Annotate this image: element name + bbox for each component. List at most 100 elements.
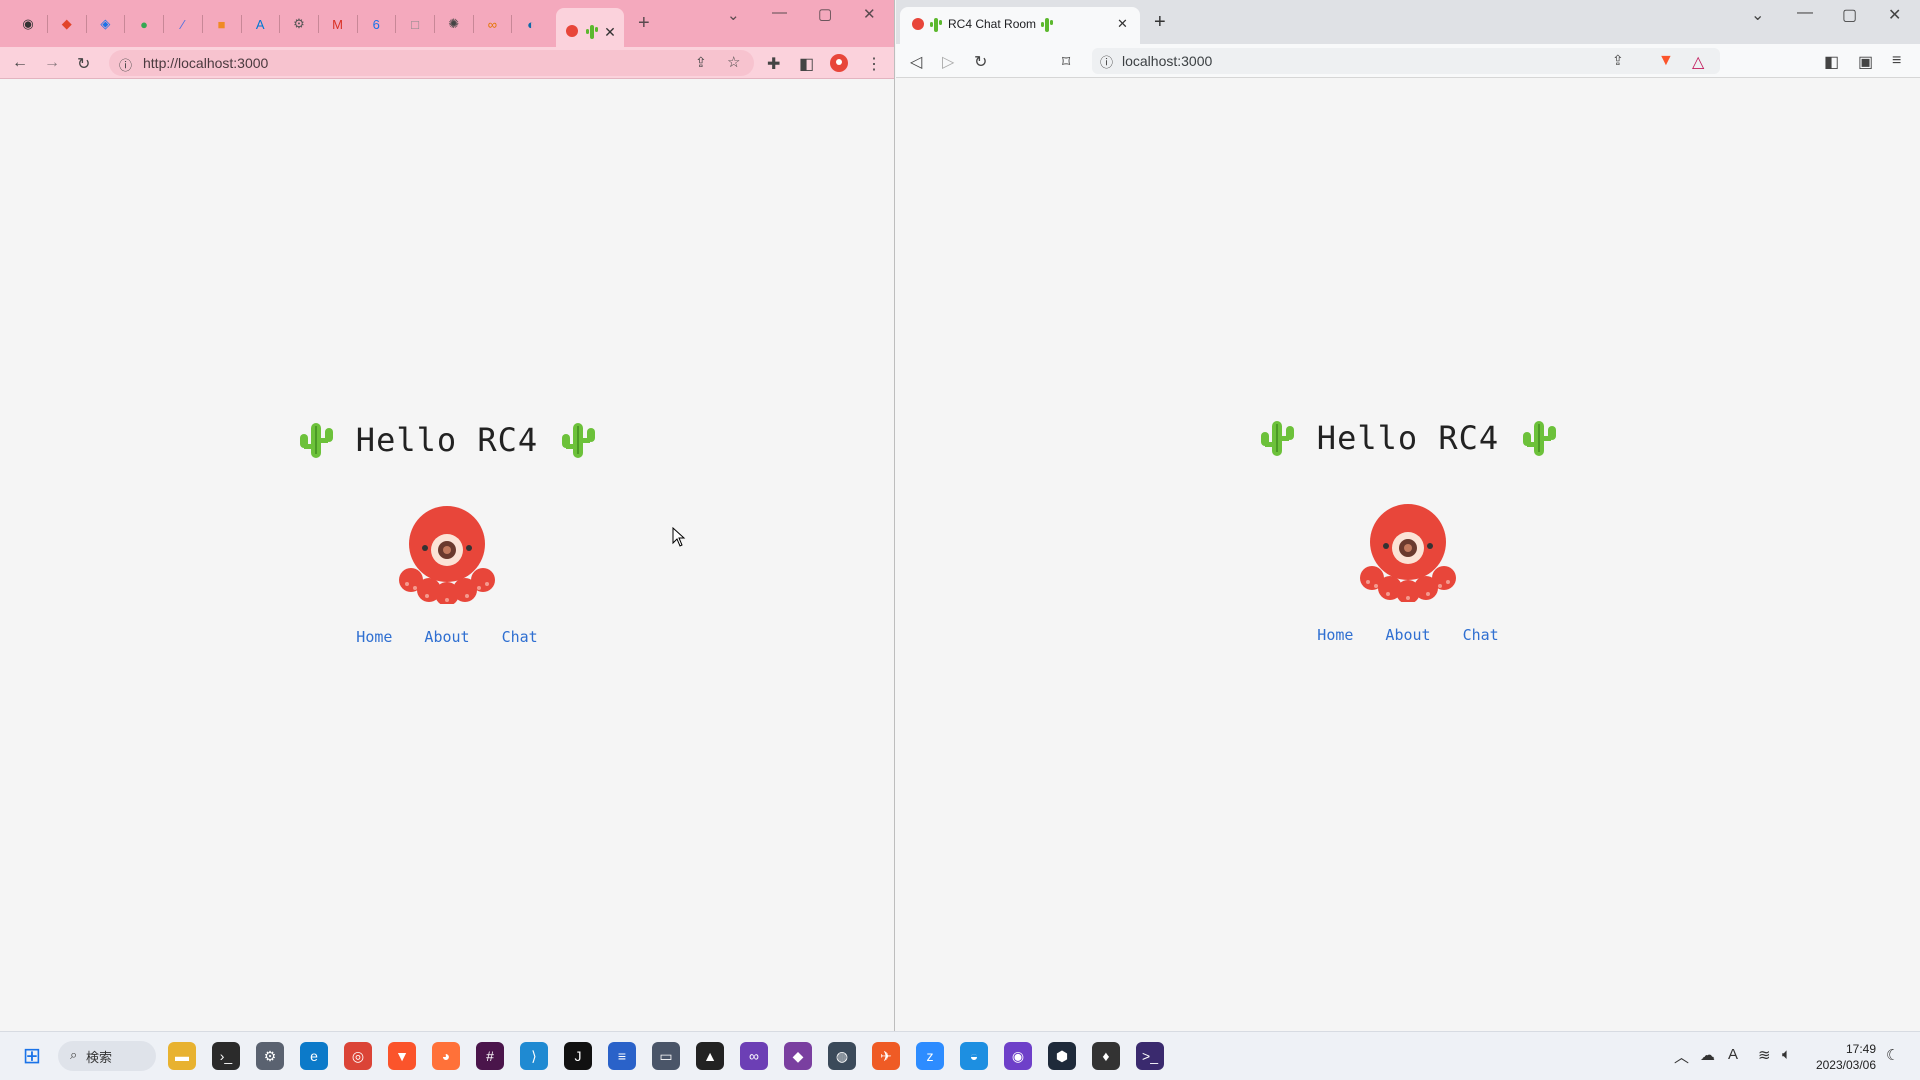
close-tab-icon[interactable]: ✕ — [600, 22, 620, 42]
inkscape-icon[interactable]: ▲ — [696, 1042, 724, 1070]
nav-link-home[interactable]: Home — [1317, 626, 1353, 644]
tab-search-icon[interactable]: ⌄ — [727, 6, 740, 24]
onedrive-icon[interactable]: ☁ — [1700, 1046, 1715, 1064]
chrome-icon[interactable]: ◎ — [344, 1042, 372, 1070]
back-icon[interactable]: ◁ — [910, 52, 922, 72]
azure-icon[interactable]: A — [250, 14, 270, 34]
github-icon[interactable]: ◉ — [18, 14, 38, 34]
extensions-icon[interactable]: ✚ — [767, 54, 780, 74]
reload-icon[interactable]: ↻ — [974, 52, 987, 72]
brave-rewards-icon[interactable]: △ — [1692, 52, 1704, 72]
forward-icon[interactable]: ▷ — [942, 52, 954, 72]
blender-icon[interactable]: ◍ — [828, 1042, 856, 1070]
bookmark-icon[interactable]: ⌑ — [1062, 52, 1070, 72]
brave-icon[interactable]: ▼ — [388, 1042, 416, 1070]
tab-separator — [279, 15, 281, 33]
brave-shields-icon[interactable]: ▼ — [1658, 52, 1674, 70]
nav-link-about[interactable]: About — [424, 628, 469, 646]
tray-overflow-icon[interactable]: ︿ — [1674, 1046, 1689, 1067]
slack-icon[interactable]: # — [476, 1042, 504, 1070]
menu-icon[interactable]: ⋮ — [866, 54, 882, 74]
postman-icon[interactable]: ✈ — [872, 1042, 900, 1070]
docker-icon[interactable]: ◒ — [960, 1042, 988, 1070]
left-browser-window: ◉ ◆ ◈ ● ∕ ■ A ⚙ M 6 □ ✺ ∞ ◐ ✕ + ⌄ — ▢ ✕ ← → ↻ ⓘ http — [0, 0, 895, 1031]
notifications-icon[interactable]: ☾ — [1886, 1046, 1899, 1064]
bookmark-star-icon[interactable]: ☆ — [727, 53, 740, 71]
file-explorer-icon[interactable]: ▬ — [168, 1042, 196, 1070]
maximize-icon[interactable]: ▢ — [818, 5, 832, 23]
tab-search-icon[interactable]: ⌄ — [1751, 5, 1764, 25]
maximize-icon[interactable]: ▢ — [1842, 5, 1857, 25]
openai-icon[interactable]: ✺ — [444, 14, 464, 34]
forward-icon[interactable]: → — [44, 54, 60, 72]
left-url-text: http://localhost:3000 — [143, 55, 269, 71]
sidebar-icon[interactable]: ◧ — [1824, 52, 1839, 72]
app-icon-slash[interactable]: ∕ — [173, 14, 193, 34]
close-tab-icon[interactable]: ✕ — [1117, 16, 1128, 32]
info-icon[interactable]: ⓘ — [119, 55, 132, 74]
profile-avatar[interactable] — [829, 53, 849, 73]
gitlab-icon[interactable]: ◆ — [57, 14, 77, 34]
side-panel-icon[interactable]: ◧ — [799, 54, 814, 74]
info-icon[interactable]: ⓘ — [1100, 52, 1113, 71]
close-window-icon[interactable]: ✕ — [863, 5, 876, 23]
remote-desktop-icon[interactable]: ▭ — [652, 1042, 680, 1070]
close-window-icon[interactable]: ✕ — [1888, 5, 1901, 25]
right-address-bar[interactable]: ⓘ localhost:3000 ⇪ — [1092, 48, 1720, 74]
mongodb-icon[interactable]: ♦ — [1092, 1042, 1120, 1070]
new-tab-icon[interactable]: + — [638, 12, 650, 35]
back-icon[interactable]: ← — [12, 54, 28, 72]
minimize-icon[interactable]: — — [1797, 4, 1813, 22]
minimize-icon[interactable]: — — [772, 4, 787, 21]
tab-title: RC4 Chat Room — [948, 17, 1037, 31]
app-icon-blue[interactable]: ◈ — [95, 14, 115, 34]
app-purple-icon[interactable]: ◆ — [784, 1042, 812, 1070]
gmail-icon[interactable]: M — [328, 14, 348, 34]
firefox-icon[interactable]: ◕ — [432, 1042, 460, 1070]
volume-icon[interactable]: 🔈︎ — [1782, 1046, 1791, 1063]
page-heading: Hello RC4 — [1259, 418, 1557, 458]
cactus-icon — [1260, 421, 1294, 456]
nav-link-chat[interactable]: Chat — [1463, 626, 1499, 644]
share-icon[interactable]: ⇪ — [1612, 52, 1624, 69]
clock-date: 2023/03/06 — [1815, 1058, 1876, 1072]
cactus-icon — [582, 22, 602, 42]
jetbrains-icon[interactable]: J — [564, 1042, 592, 1070]
wallet-icon[interactable]: ▣ — [1858, 52, 1873, 72]
taskbar-search[interactable]: ⌕ 検索 — [58, 1041, 156, 1071]
vscode-icon[interactable]: ⟩ — [520, 1042, 548, 1070]
edge-icon[interactable]: e — [300, 1042, 328, 1070]
left-active-tab[interactable]: ✕ — [556, 8, 624, 47]
notepad-icon[interactable]: ≡ — [608, 1042, 636, 1070]
reload-icon[interactable]: ↻ — [77, 54, 90, 74]
left-address-bar[interactable]: ⓘ http://localhost:3000 ⇪ ☆ — [109, 50, 754, 76]
nav-link-home[interactable]: Home — [356, 628, 392, 646]
search-icon: ⌕ — [70, 1047, 78, 1062]
ime-icon[interactable]: A — [1728, 1046, 1738, 1063]
box-icon[interactable]: ■ — [212, 14, 232, 34]
calendar-icon[interactable]: 6 — [366, 14, 386, 34]
taskbar-clock[interactable]: 17:49 2023/03/06 — [1816, 1041, 1876, 1073]
start-menu-icon[interactable]: ⊞ — [18, 1042, 46, 1070]
app-dark-icon[interactable]: ⬢ — [1048, 1042, 1076, 1070]
visual-studio-icon[interactable]: ∞ — [740, 1042, 768, 1070]
terminal-purple-icon[interactable]: >_ — [1136, 1042, 1164, 1070]
edge-icon[interactable]: ◐ — [521, 14, 541, 34]
nav-link-chat[interactable]: Chat — [502, 628, 538, 646]
clock-time: 17:49 — [1845, 1042, 1876, 1056]
settings-icon[interactable]: ⚙ — [256, 1042, 284, 1070]
zoom-icon[interactable]: z — [916, 1042, 944, 1070]
link-icon[interactable]: ∞ — [482, 14, 502, 34]
terminal-icon[interactable]: ›_ — [212, 1042, 240, 1070]
github-desktop-icon[interactable]: ◉ — [1004, 1042, 1032, 1070]
new-tab-icon[interactable]: + — [1154, 11, 1166, 34]
right-active-tab[interactable]: RC4 Chat Room ✕ — [900, 7, 1140, 44]
share-icon[interactable]: ⇪ — [695, 54, 707, 71]
wifi-icon[interactable]: ≋ — [1758, 1046, 1771, 1064]
window-icon[interactable]: □ — [405, 14, 425, 34]
nav-link-about[interactable]: About — [1385, 626, 1430, 644]
right-url-text: localhost:3000 — [1122, 53, 1213, 69]
app-icon-green[interactable]: ● — [134, 14, 154, 34]
settings-icon[interactable]: ⚙ — [289, 14, 309, 34]
menu-icon[interactable]: ≡ — [1892, 52, 1901, 70]
